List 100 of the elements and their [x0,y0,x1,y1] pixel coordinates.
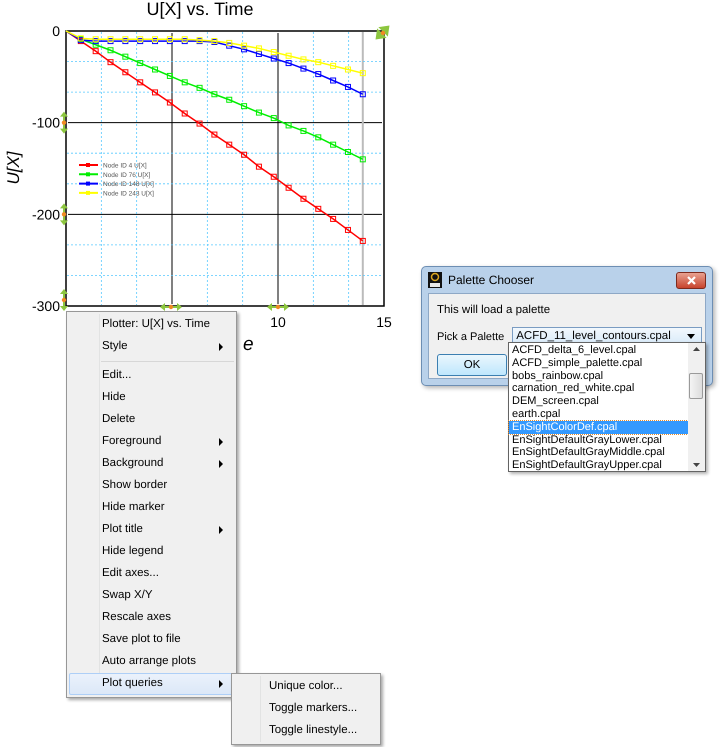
data-marker [182,79,188,86]
data-marker [300,56,306,62]
menu-item[interactable]: Plot queries [69,673,234,695]
data-marker [256,164,262,170]
menu-item[interactable]: Hide [69,387,234,409]
close-button[interactable] [676,272,706,288]
resize-handle-icon[interactable] [160,303,182,311]
data-marker [344,149,351,155]
dropdown-option[interactable]: EnSightDefaultGrayUpper.cpal [509,459,688,472]
menu-item[interactable]: Auto arrange plots [69,651,234,673]
data-marker [241,103,248,110]
y-tick-label: 0 [52,23,60,39]
data-marker [270,174,277,180]
menu-item[interactable]: Rescale axes [69,607,234,629]
data-marker [196,120,203,127]
app-logo-icon [428,272,442,288]
resize-handle-icon[interactable] [376,26,390,40]
menu-item[interactable]: Foreground [69,431,234,453]
menu-item[interactable]: Show border [69,475,234,497]
menu-item[interactable]: Save plot to file [69,629,234,651]
data-marker [137,79,144,86]
dropdown-option[interactable]: bobs_rainbow.cpal [509,370,688,382]
chart-title: U[X] vs. Time [146,0,254,19]
data-marker [315,134,322,140]
data-marker [166,72,173,79]
menu-item[interactable]: Edit axes... [69,563,234,585]
resize-handle-icon[interactable] [60,289,68,311]
menu-item[interactable]: Hide marker [69,497,234,519]
y-tick-label: -200 [32,206,60,222]
data-marker [122,54,128,60]
x-axis-label: e [243,334,254,355]
menu-item[interactable]: Background [69,453,234,475]
data-marker [226,142,232,148]
menu-item[interactable]: Plot title [69,519,234,541]
menu-item[interactable]: Toggle markers... [234,698,378,720]
menu-item[interactable]: Edit... [69,365,234,387]
data-marker [300,66,306,72]
y-axis-label: U[X] [4,151,23,185]
data-marker [211,91,218,98]
scrollbar[interactable] [688,343,705,471]
dropdown-option[interactable]: DEM_screen.cpal [509,395,688,408]
resize-handle-icon[interactable] [267,303,289,311]
dialog-title: Palette Chooser [448,272,534,289]
close-icon [686,276,696,284]
data-marker [270,115,277,122]
resize-handle-icon[interactable] [60,203,68,226]
legend-swatch [79,182,98,186]
dropdown-option[interactable]: EnSightDefaultGrayMiddle.cpal [509,446,688,460]
data-marker [330,216,336,222]
y-tick-label: -300 [32,298,60,314]
data-marker [360,156,366,162]
data-marker [108,47,114,54]
field-label: Pick a Palette [437,330,504,344]
legend-swatch [79,172,98,176]
data-marker [300,196,306,202]
data-marker [108,59,114,66]
menu-item[interactable]: Style [69,336,234,358]
submenu-arrow-icon [219,343,223,351]
x-tick-label: 15 [376,314,392,330]
data-marker [315,71,322,78]
data-marker [344,66,351,72]
data-marker [152,66,158,72]
dropdown-option[interactable]: EnSightDefaultGrayLower.cpal [509,434,688,446]
data-marker [182,110,188,116]
dialog-message: This will load a palette [437,303,552,318]
data-marker [360,238,366,244]
data-marker [300,128,306,134]
submenu-arrow-icon [219,460,223,468]
dropdown-option[interactable]: ACFD_delta_6_level.cpal [509,344,688,357]
dropdown-option[interactable]: ACFD_simple_palette.cpal [509,356,688,370]
ok-button[interactable]: OK [437,354,507,376]
menu-item[interactable]: Swap X/Y [69,585,234,607]
data-marker [241,152,248,158]
menu-header[interactable]: Plotter: U[X] vs. Time [69,314,234,336]
resize-handle-icon[interactable] [60,112,68,134]
data-marker [330,78,336,84]
data-marker [166,100,173,106]
x-tick-label: 10 [270,314,286,330]
menu-item[interactable]: Toggle linestyle... [234,720,378,742]
menu-item[interactable]: Hide legend [69,541,234,563]
legend-swatch [79,163,98,167]
data-marker [330,142,336,148]
data-marker [286,122,292,128]
submenu-arrow-icon [219,438,223,446]
dropdown-option[interactable]: earth.cpal [509,408,688,421]
data-marker [211,132,218,138]
data-marker [226,96,232,103]
data-marker [152,89,158,96]
caret-icon [687,334,696,340]
y-tick-label: -100 [32,114,60,131]
data-marker [360,91,366,98]
dropdown-option[interactable]: carnation_red_white.cpal [509,382,688,396]
data-marker [315,206,322,212]
scroll-thumb[interactable] [689,373,703,399]
data-marker [256,110,262,116]
menu-item[interactable]: Unique color... [234,676,378,698]
submenu-arrow-icon [219,680,223,688]
data-marker [330,62,336,69]
menu-item[interactable]: Delete [69,409,234,431]
data-marker [344,84,351,90]
